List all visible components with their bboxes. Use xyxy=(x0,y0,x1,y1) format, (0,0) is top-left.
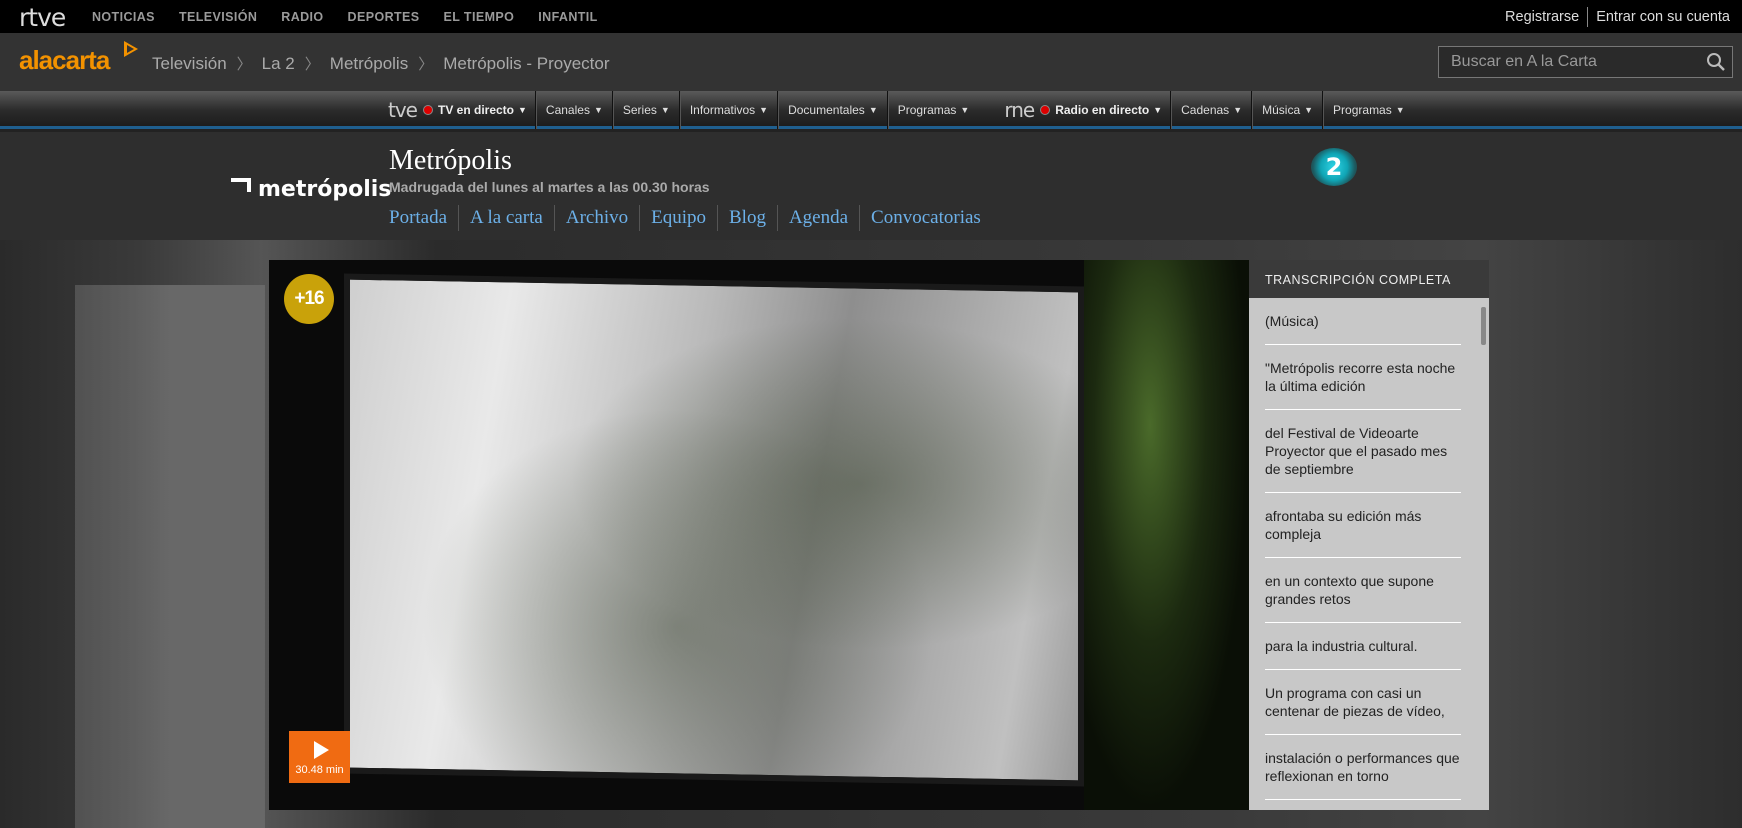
channel-menu: tve TV en directo ▼ Canales ▼ Series ▼ Inf… xyxy=(388,91,1414,129)
caret-down-icon: ▼ xyxy=(518,105,527,115)
menu-label: Música xyxy=(1262,103,1301,117)
menu-label: Programas xyxy=(1333,103,1392,117)
menu-documentales[interactable]: Documentales ▼ xyxy=(778,91,888,129)
metropolis-logo[interactable]: metrópolis xyxy=(231,177,391,202)
tve-logo[interactable]: tve xyxy=(388,98,418,122)
live-dot-icon xyxy=(1040,105,1051,115)
transcript-line[interactable]: (Música) xyxy=(1265,298,1461,345)
transcript-line[interactable]: en un contexto que supone grandes retos xyxy=(1265,558,1461,623)
caret-down-icon: ▼ xyxy=(960,105,970,115)
caret-down-icon: ▼ xyxy=(660,105,670,115)
menu-programas-tv[interactable]: Programas ▼ xyxy=(887,91,979,129)
menu-cadenas[interactable]: Cadenas ▼ xyxy=(1171,91,1253,129)
nav-infantil[interactable]: INFANTIL xyxy=(538,10,597,24)
caret-down-icon: ▼ xyxy=(1233,105,1243,115)
caret-down-icon: ▼ xyxy=(868,105,878,115)
transcript-heading: TRANSCRIPCIÓN COMPLETA xyxy=(1249,260,1489,298)
divider xyxy=(1587,7,1589,27)
menu-programas-radio[interactable]: Programas ▼ xyxy=(1323,91,1414,129)
alacarta-logo[interactable]: alacarta xyxy=(19,45,110,76)
transcript-line[interactable]: afrontaba su edición más compleja xyxy=(1265,493,1461,558)
caret-down-icon: ▼ xyxy=(1395,105,1405,115)
video-duration: 30.48 min xyxy=(295,764,344,776)
breadcrumb-item-current: Metrópolis - Proyector xyxy=(443,53,610,73)
background-panel xyxy=(75,285,265,828)
menu-canales[interactable]: Canales ▼ xyxy=(535,91,613,129)
breadcrumb-item-la2[interactable]: La 2 xyxy=(262,54,295,74)
nav-noticias[interactable]: NOTICIAS xyxy=(92,10,155,24)
tv-live-menu[interactable]: TV en directo ▼ xyxy=(422,91,536,129)
program-nav-convocatorias[interactable]: Convocatorias xyxy=(859,205,992,231)
menu-informativos[interactable]: Informativos ▼ xyxy=(679,91,779,129)
transcript-line[interactable]: para la industria cultural. xyxy=(1265,623,1461,670)
menu-musica[interactable]: Música ▼ xyxy=(1252,91,1324,129)
transcript-line[interactable]: del Festival de Videoarte Proyector que … xyxy=(1265,410,1461,493)
metropolis-mark-icon xyxy=(231,178,251,192)
video-foliage xyxy=(1084,260,1249,810)
logo-text: metrópolis xyxy=(258,177,392,202)
program-nav-portada[interactable]: Portada xyxy=(389,205,458,231)
menu-label: Series xyxy=(622,103,657,117)
la2-channel-logo[interactable]: 2 xyxy=(1311,148,1357,186)
menu-series[interactable]: Series ▼ xyxy=(612,91,680,129)
video-player[interactable]: +16 30.48 min xyxy=(269,260,1249,810)
program-nav-equipo[interactable]: Equipo xyxy=(639,205,717,231)
chevron-right-icon: 〉 xyxy=(304,56,320,73)
play-button[interactable]: 30.48 min xyxy=(289,731,350,783)
radio-live-label: Radio en directo xyxy=(1055,103,1150,117)
menu-label: Canales xyxy=(545,103,590,117)
live-dot-icon xyxy=(422,105,433,115)
program-header: metrópolis Metrópolis Madrugada del lune… xyxy=(0,132,1742,240)
search-icon[interactable] xyxy=(1706,52,1726,72)
search-input[interactable] xyxy=(1439,47,1689,77)
alacarta-bar: alacarta Televisión 〉 La 2 〉 Metrópolis … xyxy=(0,33,1742,91)
nav-radio[interactable]: RADIO xyxy=(281,10,323,24)
menu-label: Programas xyxy=(897,103,957,117)
breadcrumb: Televisión 〉 La 2 〉 Metrópolis 〉 Metrópo… xyxy=(152,53,610,74)
tv-live-label: TV en directo xyxy=(437,103,514,117)
program-nav-archivo[interactable]: Archivo xyxy=(553,205,639,231)
transcript-scrollbar[interactable] xyxy=(1481,307,1486,345)
channel-menu-bar: tve TV en directo ▼ Canales ▼ Series ▼ Inf… xyxy=(0,91,1742,129)
program-nav-blog[interactable]: Blog xyxy=(717,205,777,231)
breadcrumb-item-television[interactable]: Televisión xyxy=(152,54,227,74)
rne-logo[interactable]: rne xyxy=(1004,98,1035,122)
program-schedule: Madrugada del lunes al martes a las 00.3… xyxy=(389,179,710,195)
play-icon xyxy=(314,741,329,759)
top-bar: rtve NOTICIAS TELEVISIÓN RADIO DEPORTES … xyxy=(0,0,1742,33)
nav-television[interactable]: TELEVISIÓN xyxy=(179,10,257,24)
nav-el-tiempo[interactable]: EL TIEMPO xyxy=(444,10,515,24)
chevron-right-icon: 〉 xyxy=(236,56,252,73)
nav-deportes[interactable]: DEPORTES xyxy=(348,10,420,24)
program-nav-agenda[interactable]: Agenda xyxy=(776,205,859,231)
transcript-list: (Música) "Metrópolis recorre esta noche … xyxy=(1249,298,1489,800)
chevron-right-icon: 〉 xyxy=(418,56,434,73)
account-links: Registrarse Entrar con su cuenta xyxy=(1505,7,1730,27)
top-nav: NOTICIAS TELEVISIÓN RADIO DEPORTES EL TI… xyxy=(92,10,622,24)
transcript-panel: TRANSCRIPCIÓN COMPLETA (Música) "Metrópo… xyxy=(1249,260,1489,810)
caret-down-icon: ▼ xyxy=(593,105,603,115)
transcript-line[interactable]: "Metrópolis recorre esta noche la última… xyxy=(1265,345,1461,410)
login-link[interactable]: Entrar con su cuenta xyxy=(1596,9,1730,25)
menu-label: Cadenas xyxy=(1181,103,1230,117)
program-nav: Portada A la carta Archivo Equipo Blog A… xyxy=(389,205,992,231)
menu-label: Documentales xyxy=(788,103,865,117)
register-link[interactable]: Registrarse xyxy=(1505,9,1579,25)
radio-live-menu[interactable]: Radio en directo ▼ xyxy=(1040,91,1172,129)
search-box xyxy=(1438,46,1733,78)
breadcrumb-item-metropolis[interactable]: Metrópolis xyxy=(330,54,408,74)
menu-label: Informativos xyxy=(689,103,756,117)
transcript-line[interactable]: Un programa con casi un centenar de piez… xyxy=(1265,670,1461,735)
video-frame xyxy=(344,273,1084,787)
caret-down-icon: ▼ xyxy=(1153,105,1163,115)
transcript-line[interactable]: instalación o performances que reflexion… xyxy=(1265,735,1461,800)
rtve-logo[interactable]: rtve xyxy=(19,3,66,32)
play-triangle-icon xyxy=(124,41,138,57)
program-nav-a-la-carta[interactable]: A la carta xyxy=(458,205,554,231)
caret-down-icon: ▼ xyxy=(759,105,769,115)
caret-down-icon: ▼ xyxy=(1304,105,1314,115)
age-rating-badge: +16 xyxy=(284,274,334,324)
page-title: Metrópolis xyxy=(389,145,512,176)
